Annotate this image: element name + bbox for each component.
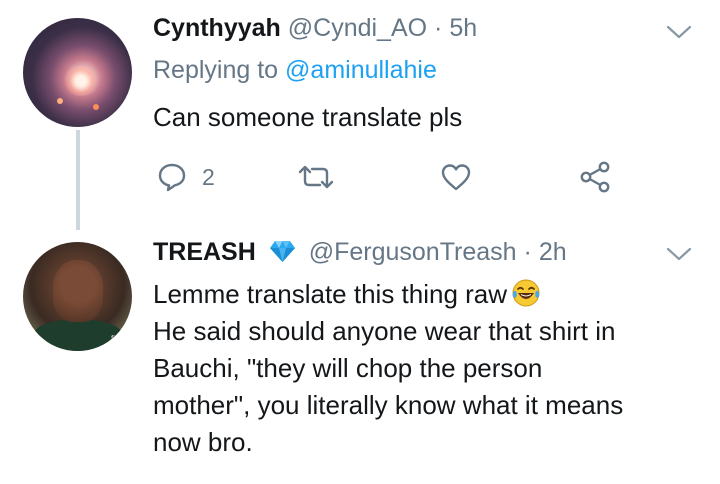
tweet-header: TREASH @FergusonTreash · 2h [153,238,567,267]
display-name[interactable]: Cynthyyah [153,14,281,42]
tweet-actions: 2 [0,159,720,195]
reply-button[interactable]: 2 [156,159,215,195]
chevron-down-icon[interactable] [666,246,692,262]
tweet-cynthyyah[interactable]: Cynthyyah @Cyndi_AO · 5h Replying to @am… [0,0,720,226]
separator-dot: · [434,14,443,42]
replying-to-label: Replying to [153,56,279,84]
avatar-face [53,260,103,322]
tweet-header: Cynthyyah @Cyndi_AO · 5h [153,14,477,43]
tweet-text: Lemme translate this thing raw He said s… [153,276,623,461]
tweet-text-line: now bro. [153,427,253,457]
retweet-button[interactable] [296,159,336,195]
retweet-icon [298,165,334,189]
separator-dot: · [523,238,532,266]
avatar-shirt [33,320,123,351]
reply-count: 2 [202,163,215,190]
like-button[interactable] [440,159,472,195]
avatar-watermark: fi [111,334,115,343]
share-icon [580,161,610,193]
display-name[interactable]: TREASH [153,238,256,266]
replying-to-handle[interactable]: @aminullahie [285,56,437,84]
avatar[interactable] [23,18,132,127]
avatar-spark [93,104,99,110]
thread-line [76,130,80,230]
tweet-text-line: Lemme translate this thing raw [153,279,508,309]
heart-icon [441,164,471,191]
share-button[interactable] [578,159,612,195]
laughing-tears-emoji-icon [512,279,540,307]
avatar[interactable]: fi [23,242,132,351]
timestamp[interactable]: 2h [539,238,567,266]
timestamp[interactable]: 5h [449,14,477,42]
tweet-text-line: He said should anyone wear that shirt in [153,316,616,346]
tweet-text-line: mother", you literally know what it mean… [153,390,624,420]
chevron-down-icon[interactable] [666,24,692,40]
avatar-glow [61,66,101,96]
tweet-text: Can someone translate pls [153,102,463,132]
tweet-text-line: Bauchi, "they will chop the person [153,353,543,383]
diamond-icon [269,241,295,262]
user-handle[interactable]: @Cyndi_AO [288,14,427,42]
reply-icon [158,163,186,192]
user-handle[interactable]: @FergusonTreash [309,238,517,266]
replying-to: Replying to @aminullahie [153,56,437,85]
tweet-text-line: Lemme translate this thing raw [153,276,623,313]
avatar-spark [57,98,63,104]
